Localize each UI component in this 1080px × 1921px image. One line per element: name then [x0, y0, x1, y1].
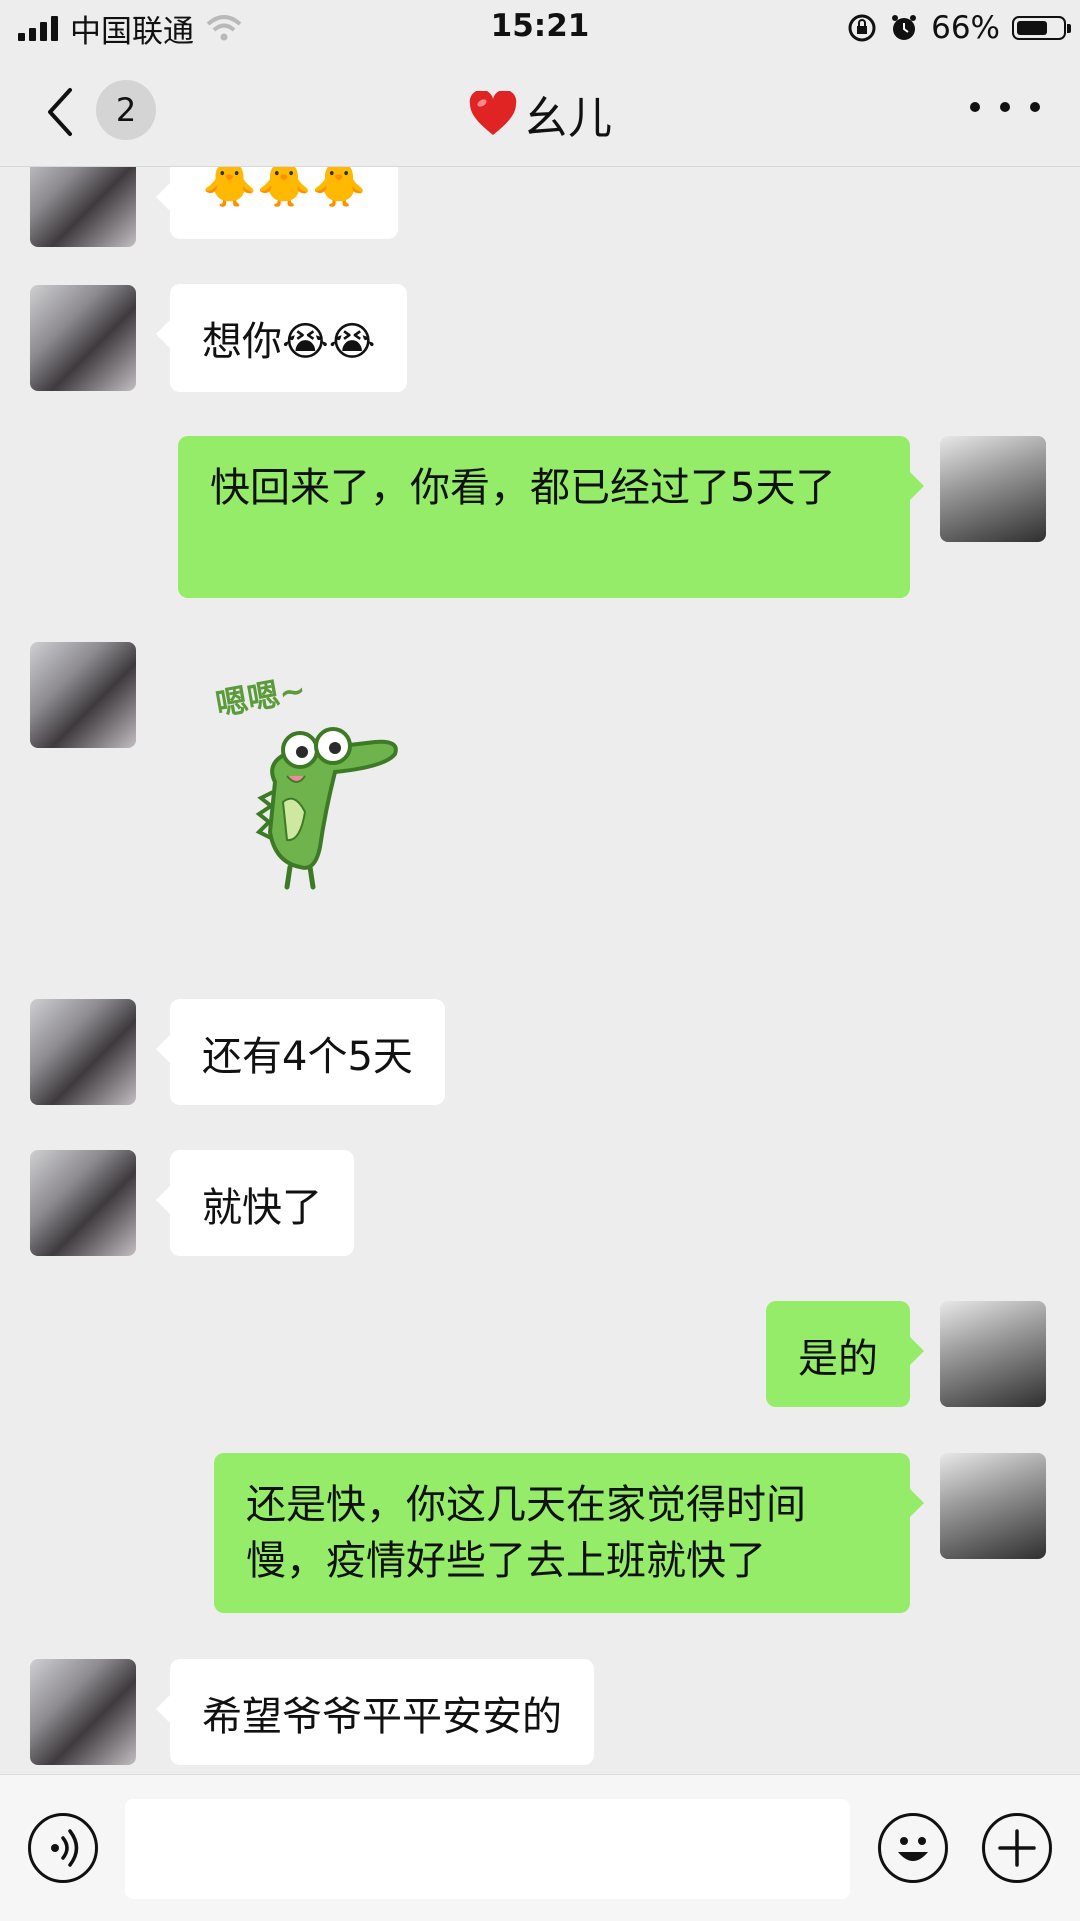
- status-right: 66%: [847, 8, 1071, 48]
- status-bar: 中国联通 15:21 66%: [0, 0, 1080, 56]
- chat-header: 2 幺儿: [0, 56, 1080, 167]
- more-functions-button[interactable]: [982, 1813, 1052, 1883]
- contact-avatar[interactable]: [30, 642, 136, 748]
- contact-avatar[interactable]: [30, 999, 136, 1105]
- my-avatar[interactable]: [940, 1453, 1046, 1559]
- message-bubble-sent[interactable]: 快回来了，你看，都已经过了5天了: [178, 436, 924, 598]
- message-bubble-sent[interactable]: 是的: [766, 1301, 924, 1407]
- battery-percent: 66%: [931, 10, 1000, 46]
- voice-input-button[interactable]: [28, 1813, 98, 1883]
- alarm-icon: [892, 15, 917, 40]
- more-options-button[interactable]: [970, 102, 1040, 122]
- message-bubble-sent[interactable]: 还是快，你这几天在家觉得时间慢，疫情好些了去上班就快了: [214, 1453, 924, 1613]
- contact-avatar[interactable]: [30, 1659, 136, 1765]
- orientation-lock-icon: [848, 14, 876, 42]
- message-list[interactable]: 🐥🐥🐥 想你😭😭 快回来了，你看，都已经过了5天了 嗯嗯~ 还有4个5天 就快了…: [0, 167, 1080, 1773]
- contact-avatar[interactable]: [30, 1150, 136, 1256]
- contact-avatar[interactable]: [30, 285, 136, 391]
- crocodile-sticker[interactable]: 嗯嗯~: [205, 670, 435, 902]
- voice-icon: [51, 1829, 79, 1867]
- battery-icon: [1012, 16, 1071, 40]
- chat-title: 幺儿: [0, 82, 1080, 146]
- message-input[interactable]: [125, 1799, 850, 1899]
- chat-title-text: 幺儿: [524, 93, 612, 144]
- input-bar: [0, 1774, 1080, 1921]
- message-bubble-received[interactable]: 想你😭😭: [155, 284, 408, 392]
- contact-avatar[interactable]: [30, 167, 136, 247]
- plus-icon: [998, 1829, 1036, 1867]
- heart-icon: [469, 91, 517, 135]
- message-bubble-received[interactable]: 还有4个5天: [156, 999, 445, 1105]
- message-bubble-received[interactable]: 就快了: [156, 1150, 354, 1256]
- my-avatar[interactable]: [940, 1301, 1046, 1407]
- emoji-button[interactable]: [878, 1813, 948, 1883]
- crocodile-icon: [255, 727, 398, 890]
- message-bubble-received[interactable]: 🐥🐥🐥: [155, 167, 399, 239]
- message-bubble-received[interactable]: 希望爷爷平平安安的: [156, 1659, 594, 1765]
- my-avatar[interactable]: [940, 436, 1046, 542]
- more-dots-icon: [970, 102, 980, 112]
- emoji-icon: [898, 1837, 928, 1861]
